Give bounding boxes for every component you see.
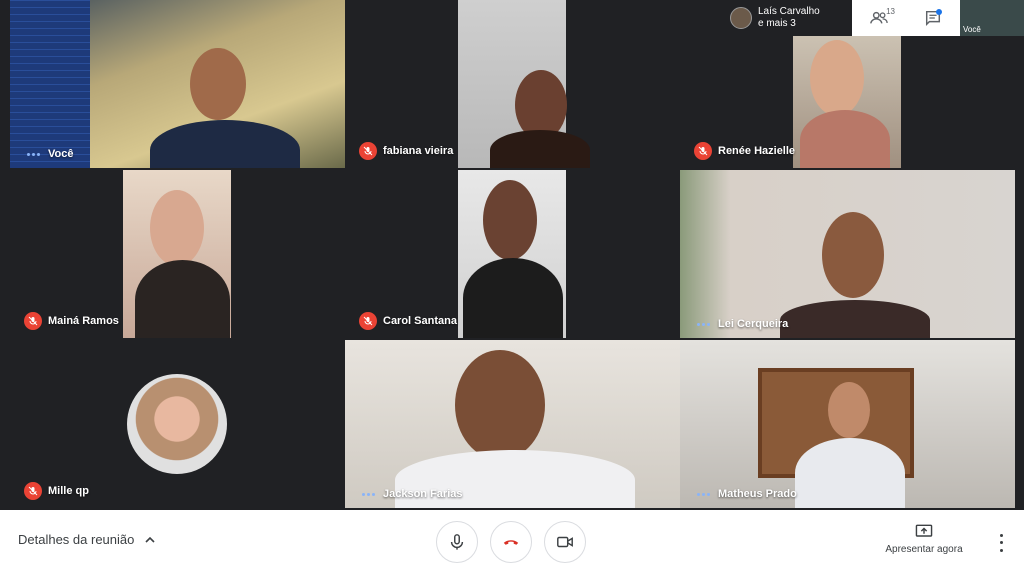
participant-body	[795, 438, 905, 508]
name-tag: Mainá Ramos	[24, 312, 119, 330]
participant-tile-carol[interactable]: Carol Santana	[345, 170, 680, 338]
mic-off-icon	[24, 482, 42, 500]
self-view-mini[interactable]: Você	[960, 0, 1024, 36]
participant-body	[463, 258, 563, 338]
meeting-details-button[interactable]: Detalhes da reunião	[18, 532, 156, 547]
people-count: 13	[886, 7, 895, 16]
name-tag: Lei Cerqueira	[694, 318, 788, 330]
participant-face	[810, 40, 864, 116]
participant-name: Matheus Prado	[718, 488, 797, 500]
participant-tile-mille[interactable]: Mille qp	[10, 340, 345, 508]
presenter-info: Laís Carvalho e mais 3	[724, 0, 852, 36]
name-tag: fabiana vieira	[359, 142, 453, 160]
people-button[interactable]: 13	[867, 6, 895, 30]
participant-name: Renée Hazielle	[718, 145, 796, 157]
presenter-name: Laís Carvalho	[758, 6, 820, 17]
participant-tile-lei[interactable]: Lei Cerqueira	[680, 170, 1015, 338]
mic-off-icon	[694, 142, 712, 160]
camera-icon	[557, 536, 573, 548]
participant-face	[483, 180, 537, 260]
participant-body	[780, 300, 930, 338]
presenter-more: e mais 3	[758, 18, 796, 29]
speaking-indicator-icon	[694, 322, 712, 326]
chat-notification-dot	[936, 9, 942, 15]
name-tag: Renée Hazielle	[694, 142, 795, 160]
participant-name: Você	[48, 148, 74, 160]
speaking-indicator-icon	[24, 152, 42, 156]
chevron-up-icon	[145, 536, 155, 543]
participant-body	[490, 130, 590, 168]
chat-button[interactable]	[921, 6, 945, 30]
participant-name: fabiana vieira	[383, 145, 454, 157]
participant-face	[828, 382, 870, 438]
participant-tile-matheus[interactable]: Matheus Prado	[680, 340, 1015, 508]
participant-tile-voce[interactable]: Você	[10, 0, 345, 168]
bottom-toolbar: Detalhes da reunião Apresentar agora	[0, 510, 1024, 575]
tile-wall	[10, 0, 90, 168]
participant-face	[150, 190, 204, 266]
name-tag: Matheus Prado	[694, 488, 797, 500]
participant-body	[135, 260, 230, 338]
mic-off-icon	[359, 312, 377, 330]
participant-avatar	[127, 374, 227, 474]
participant-tile-fabiana[interactable]: fabiana vieira	[345, 0, 680, 168]
video-grid: Você fabiana vieira Renée Hazielle Mainá…	[0, 0, 1024, 510]
hang-up-button[interactable]	[490, 521, 532, 563]
participant-name: Jackson Farias	[383, 488, 463, 500]
participant-name: Mainá Ramos	[48, 315, 119, 327]
name-tag: Você	[24, 148, 73, 160]
name-tag: Mille qp	[24, 482, 89, 500]
top-right-overlay: Laís Carvalho e mais 3 13 Você	[724, 0, 1024, 36]
participant-name: Mille qp	[48, 485, 89, 497]
camera-button[interactable]	[544, 521, 586, 563]
participant-face	[822, 212, 884, 298]
participant-face	[455, 350, 545, 460]
present-icon	[915, 524, 933, 537]
hang-up-icon	[503, 540, 519, 545]
participant-tile-jackson[interactable]: Jackson Farias	[345, 340, 680, 508]
microphone-button[interactable]	[436, 521, 478, 563]
present-now-button[interactable]: Apresentar agora	[880, 524, 968, 555]
microphone-icon	[450, 534, 464, 550]
participant-face	[190, 48, 246, 120]
more-options-button[interactable]	[994, 532, 1008, 554]
speaking-indicator-icon	[694, 492, 712, 496]
top-controls: 13	[852, 0, 960, 36]
present-now-label: Apresentar agora	[885, 544, 963, 555]
mic-off-icon	[24, 312, 42, 330]
speaking-indicator-icon	[359, 492, 377, 496]
more-options-icon	[999, 534, 1003, 538]
call-controls	[436, 521, 586, 563]
mic-off-icon	[359, 142, 377, 160]
participant-tile-maina[interactable]: Mainá Ramos	[10, 170, 345, 338]
participant-name: Carol Santana	[383, 315, 457, 327]
presenter-avatar	[730, 7, 752, 29]
self-view-label: Você	[963, 25, 981, 34]
participant-body	[800, 110, 890, 168]
participant-name: Lei Cerqueira	[718, 318, 789, 330]
name-tag: Jackson Farias	[359, 488, 463, 500]
name-tag: Carol Santana	[359, 312, 457, 330]
meeting-details-label: Detalhes da reunião	[18, 532, 135, 547]
